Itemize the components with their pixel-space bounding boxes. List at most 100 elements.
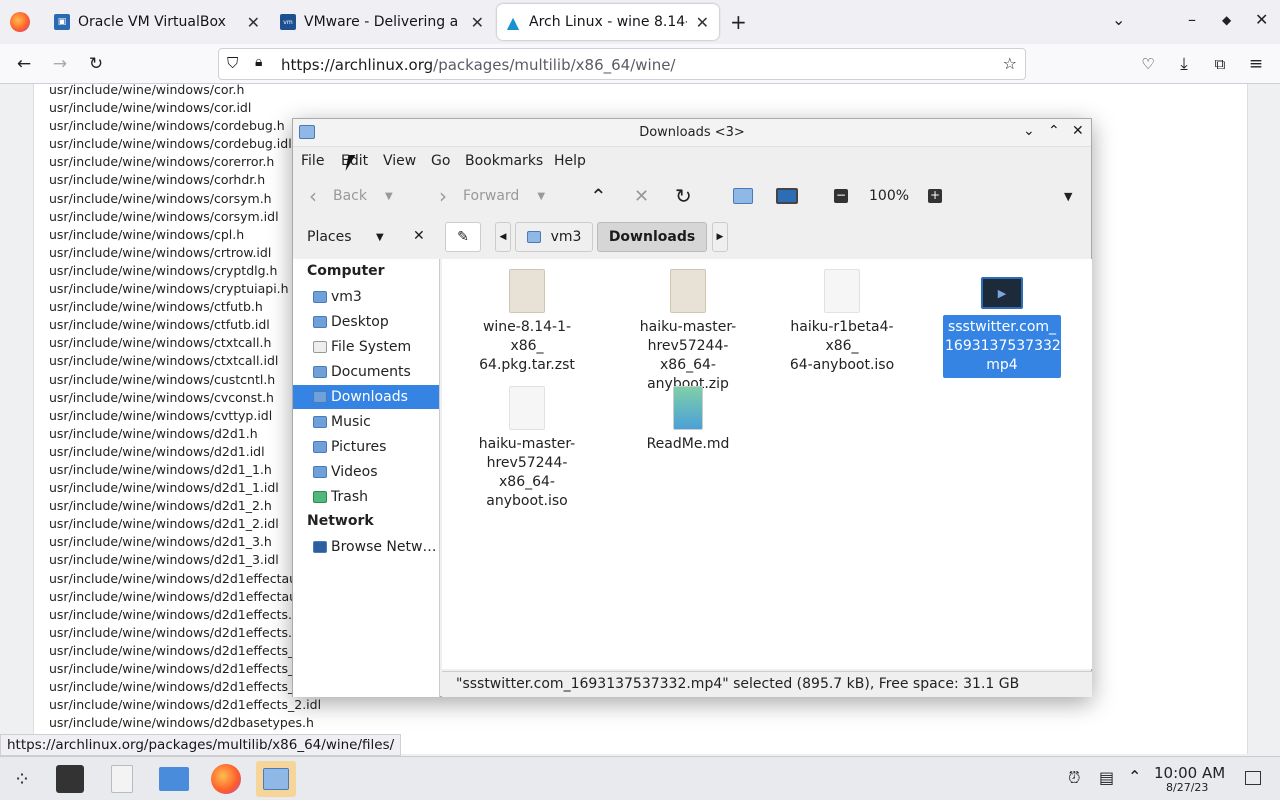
places-dropdown-icon[interactable]: ▼ — [376, 232, 384, 243]
sidebar-item-file-system[interactable]: File System — [293, 335, 439, 359]
close-sidebar-icon[interactable]: ✕ — [413, 228, 425, 244]
stop-icon[interactable]: ✕ — [634, 183, 649, 209]
pocket-icon[interactable]: ♡ — [1136, 52, 1160, 76]
minimize-icon[interactable]: – — [1188, 10, 1196, 29]
package-file-link[interactable]: usr/include/wine/windows/d2d1.idl — [49, 443, 321, 461]
sidebar-item-music[interactable]: Music — [293, 410, 439, 434]
package-file-link[interactable]: usr/include/wine/windows/d2d1effects_ — [49, 660, 321, 678]
package-file-link[interactable]: usr/include/wine/windows/d2d1effects.i — [49, 624, 321, 642]
package-file-link[interactable]: usr/include/wine/windows/ctxtcall.h — [49, 334, 321, 352]
sidebar-item-desktop[interactable]: Desktop — [293, 310, 439, 334]
places-label[interactable]: Places — [307, 229, 352, 245]
show-desktop-icon[interactable] — [1245, 771, 1261, 785]
clipboard-icon[interactable]: ▤ — [1099, 768, 1114, 787]
package-file-link[interactable]: usr/include/wine/windows/d2d1_2.h — [49, 497, 321, 515]
sidebar-item-videos[interactable]: Videos — [293, 460, 439, 484]
package-file-link[interactable]: usr/include/wine/windows/d2d1effects_2.i… — [49, 696, 321, 714]
package-file-link[interactable]: usr/include/wine/windows/cvttyp.idl — [49, 407, 321, 425]
package-file-link[interactable]: usr/include/wine/windows/corsym.h — [49, 190, 321, 208]
firefox-menu-icon[interactable] — [10, 12, 30, 32]
package-file-link[interactable]: usr/include/wine/windows/d2d1_3.idl — [49, 551, 321, 569]
package-file-link[interactable]: usr/include/wine/windows/corerror.h — [49, 153, 321, 171]
package-file-link[interactable]: usr/include/wine/windows/d2dbasetypes.h — [49, 714, 321, 732]
sidebar-item-vm3[interactable]: vm3 — [293, 285, 439, 309]
up-arrow-icon[interactable]: ⌃ — [590, 183, 607, 209]
home-folder-icon[interactable] — [733, 183, 753, 209]
tab-archlinux[interactable]: ▲ Arch Linux - wine 8.14-1 ( ✕ — [497, 4, 719, 40]
package-file-link[interactable]: usr/include/wine/windows/ctxtcall.idl — [49, 352, 321, 370]
extensions-icon[interactable]: ⧉ — [1208, 52, 1232, 76]
package-file-link[interactable]: usr/include/wine/windows/custcntl.h — [49, 371, 321, 389]
close-tab-icon[interactable]: ✕ — [247, 13, 260, 32]
overflow-menu-icon[interactable]: ▼ — [1064, 183, 1072, 209]
file-manager-icon[interactable] — [154, 761, 194, 797]
bookmark-star-icon[interactable]: ☆ — [1003, 54, 1017, 73]
sidebar-item-documents[interactable]: Documents — [293, 360, 439, 384]
menu-file[interactable]: File — [301, 153, 324, 169]
package-file-link[interactable]: usr/include/wine/windows/cryptuiapi.h — [49, 280, 321, 298]
package-file-link[interactable]: usr/include/wine/windows/d2d1_3.h — [49, 533, 321, 551]
package-file-link[interactable]: usr/include/wine/windows/d2d1effects.h — [49, 606, 321, 624]
close-tab-icon[interactable]: ✕ — [471, 13, 484, 32]
forward-arrow-icon[interactable]: → — [48, 52, 72, 76]
package-file-link[interactable]: usr/include/wine/windows/corsym.idl — [49, 208, 321, 226]
breadcrumb-right-icon[interactable]: ▶ — [712, 222, 728, 252]
back-arrow-icon[interactable]: ← — [12, 52, 36, 76]
package-file-link[interactable]: usr/include/wine/windows/cpl.h — [49, 226, 321, 244]
zoom-in-icon[interactable]: + — [928, 183, 942, 209]
package-file-link[interactable]: usr/include/wine/windows/cvconst.h — [49, 389, 321, 407]
downloads-folder-task-icon[interactable] — [256, 761, 296, 797]
package-file-link[interactable]: usr/include/wine/windows/cor.h — [49, 81, 321, 99]
menu-go[interactable]: Go — [431, 153, 450, 169]
zoom-out-icon[interactable]: − — [834, 183, 848, 209]
notifications-icon[interactable]: ⏰︎ — [1068, 768, 1080, 788]
terminal-icon[interactable] — [50, 761, 90, 797]
close-tab-icon[interactable]: ✕ — [696, 13, 709, 32]
package-file-link[interactable]: usr/include/wine/windows/d2d1.h — [49, 425, 321, 443]
package-file-link[interactable]: usr/include/wine/windows/d2d1effects_ — [49, 642, 321, 660]
package-file-link[interactable]: usr/include/wine/windows/ctfutb.h — [49, 298, 321, 316]
file-item[interactable]: ReadMe.md — [628, 386, 748, 455]
package-file-link[interactable]: usr/include/wine/windows/cryptdlg.h — [49, 262, 321, 280]
sidebar-item-browse-network[interactable]: Browse Netw… — [293, 535, 439, 559]
hamburger-menu-icon[interactable]: ≡ — [1244, 52, 1268, 76]
list-tabs-icon[interactable]: ⌄ — [1112, 10, 1125, 29]
close-window-icon[interactable]: ✕ — [1255, 10, 1268, 29]
tab-vmware[interactable]: vm VMware - Delivering a Dig ✕ — [272, 4, 494, 40]
package-file-link[interactable]: usr/include/wine/windows/cordebug.idl — [49, 135, 321, 153]
tab-virtualbox[interactable]: ▣ Oracle VM VirtualBox ✕ — [46, 4, 270, 40]
file-item-selected[interactable]: ▶ ssstwitter.com_ 1693137537332. mp4 — [943, 277, 1065, 378]
menu-bookmarks[interactable]: Bookmarks — [465, 153, 543, 169]
menu-view[interactable]: View — [383, 153, 416, 169]
forward-button[interactable]: › Forward ▼ — [439, 183, 545, 209]
back-button[interactable]: ‹ Back ▼ — [309, 183, 393, 209]
clock-date[interactable]: 8/27/23 — [1166, 781, 1208, 794]
new-tab-button[interactable]: + — [730, 10, 747, 34]
package-file-link[interactable]: usr/include/wine/windows/d2d1_2.idl — [49, 515, 321, 533]
minimize-icon[interactable]: ⌄ — [1023, 123, 1035, 139]
zoom-level[interactable]: 100% — [869, 183, 909, 209]
sidebar-item-pictures[interactable]: Pictures — [293, 435, 439, 459]
sidebar-item-downloads[interactable]: Downloads — [293, 385, 439, 409]
package-file-link[interactable]: usr/include/wine/windows/crtrow.idl — [49, 244, 321, 262]
sidebar-item-trash[interactable]: Trash — [293, 485, 439, 509]
file-item[interactable]: wine-8.14-1-x86_ 64.pkg.tar.zst — [467, 269, 587, 376]
maximize-icon[interactable]: ◆ — [1222, 13, 1231, 27]
close-icon[interactable]: ✕ — [1072, 123, 1084, 139]
url-bar[interactable]: ⛉ 🔒︎ https://archlinux.org/packages/mult… — [218, 48, 1026, 80]
file-item[interactable]: haiku-master-hrev57244-x86_64- anyboot.is… — [460, 386, 594, 512]
package-file-link[interactable]: usr/include/wine/windows/d2d1_1.idl — [49, 479, 321, 497]
breadcrumb-downloads[interactable]: Downloads — [597, 222, 707, 252]
package-file-link[interactable]: usr/include/wine/windows/d2d1effectau — [49, 570, 321, 588]
menu-help[interactable]: Help — [554, 153, 586, 169]
file-view[interactable]: wine-8.14-1-x86_ 64.pkg.tar.zst haiku-mas… — [442, 259, 1092, 669]
breadcrumb-vm3[interactable]: vm3 — [515, 222, 593, 252]
package-file-link[interactable]: usr/include/wine/windows/d2d1effectau — [49, 588, 321, 606]
reload-icon[interactable]: ↻ — [84, 52, 108, 76]
package-file-link[interactable]: usr/include/wine/windows/ctfutb.idl — [49, 316, 321, 334]
window-titlebar[interactable]: Downloads <3> ⌄ ⌃ ✕ — [293, 119, 1091, 147]
downloads-icon[interactable]: ⤓ — [1172, 52, 1196, 76]
breadcrumb-left-icon[interactable]: ◀ — [495, 222, 511, 252]
file-item[interactable]: haiku-r1beta4-x86_ 64-anyboot.iso — [781, 269, 903, 376]
tray-expand-icon[interactable]: ⌃ — [1128, 767, 1141, 786]
